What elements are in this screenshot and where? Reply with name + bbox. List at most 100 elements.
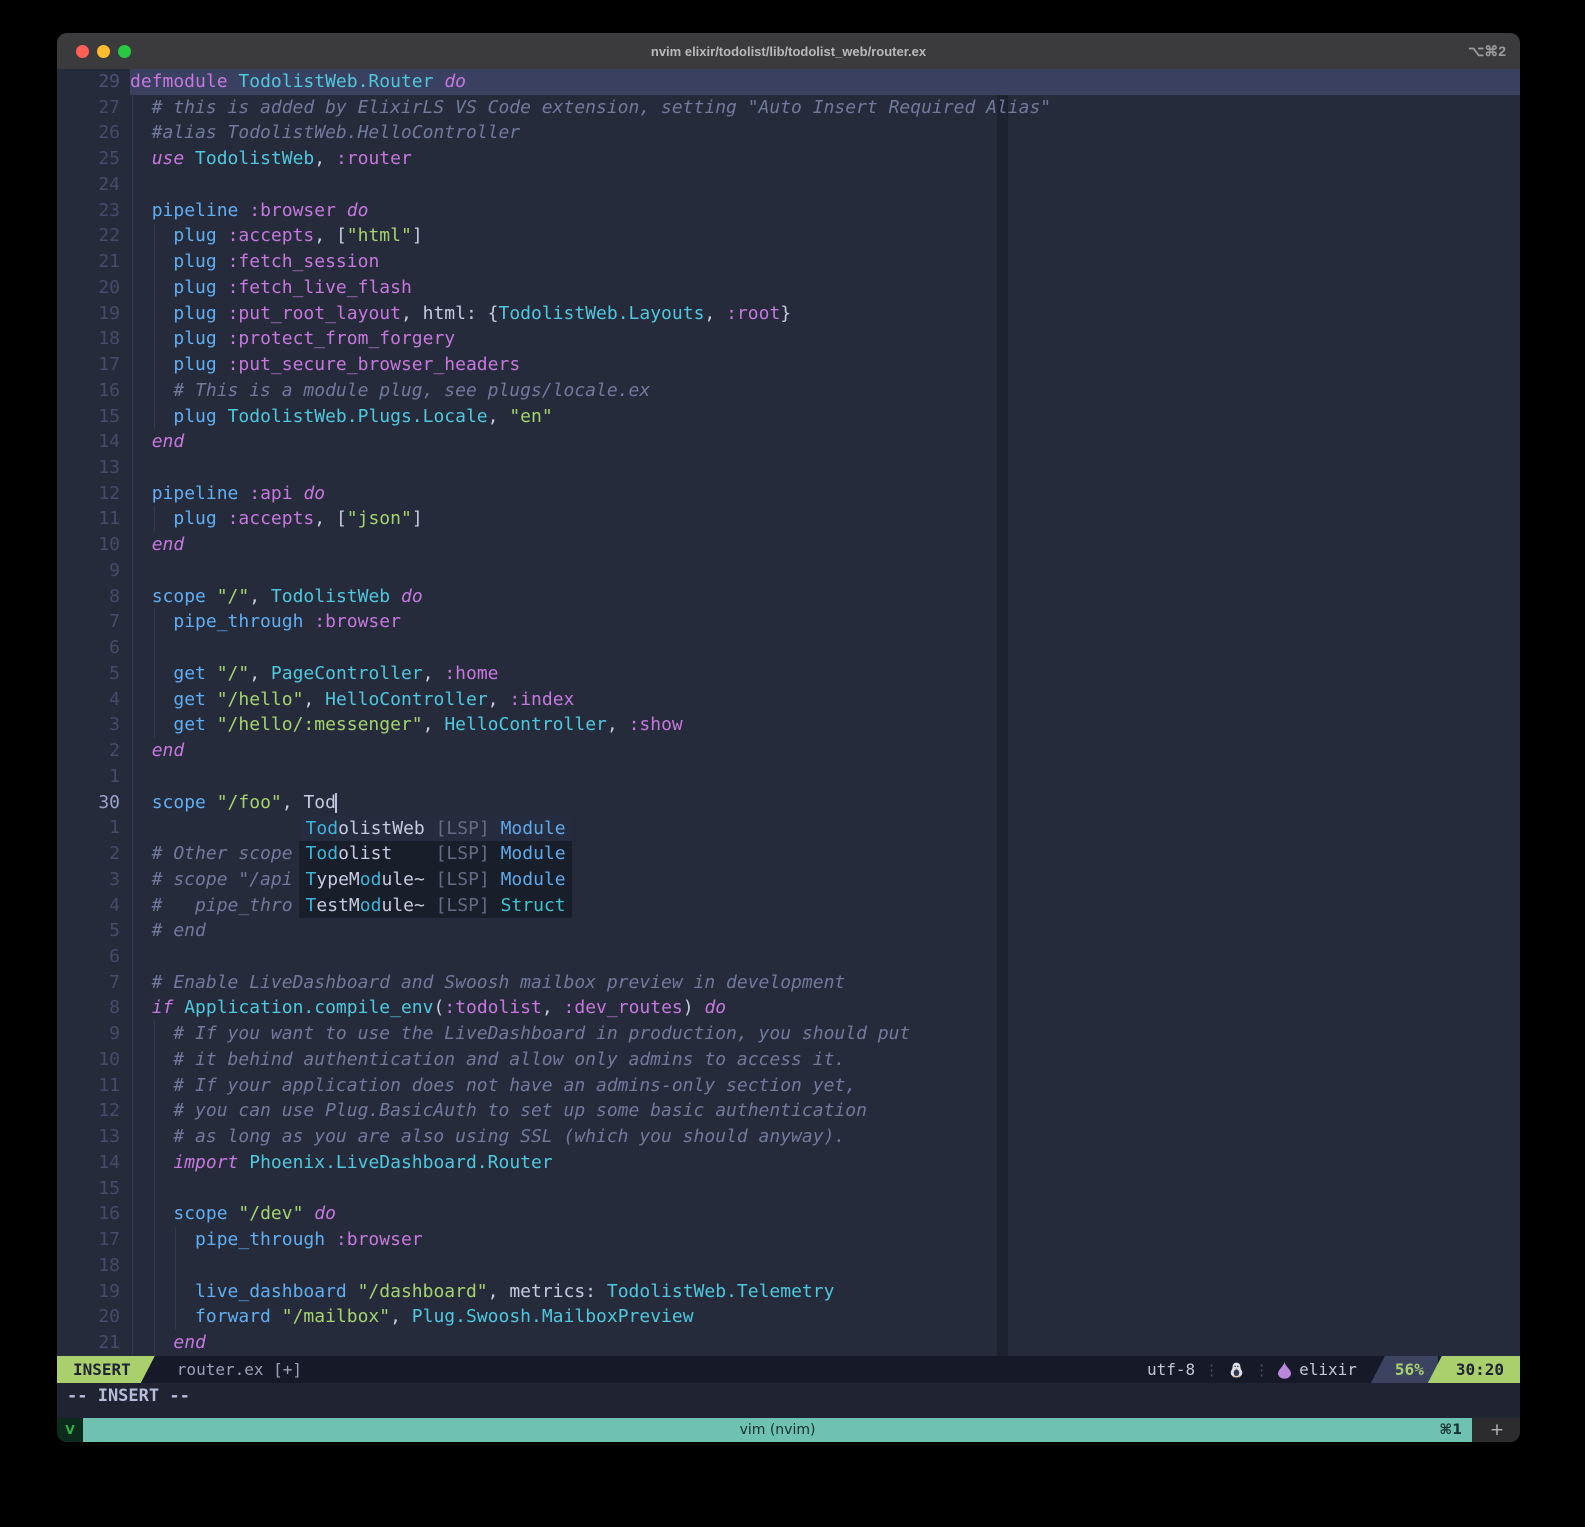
penguin-icon xyxy=(1228,1361,1245,1379)
indent-guide xyxy=(175,1227,176,1253)
code-line[interactable]: 9 # If you want to use the LiveDashboard… xyxy=(57,1021,1520,1047)
line-number: 17 xyxy=(57,1227,130,1253)
code-line[interactable]: 18 xyxy=(57,1253,1520,1279)
completion-popup: TodolistWeb[LSP]ModuleTodolist[LSP]Modul… xyxy=(299,816,572,919)
code-line[interactable]: 24 xyxy=(57,172,1520,198)
indent-guide xyxy=(154,1098,155,1124)
indent-guide xyxy=(132,558,133,584)
code-line[interactable]: 12 # you can use Plug.BasicAuth to set u… xyxy=(57,1098,1520,1124)
context-line[interactable]: 29defmodule TodolistWeb.Router do xyxy=(57,69,1520,95)
code-line[interactable]: 19 plug :put_root_layout, html: {Todolis… xyxy=(57,301,1520,327)
code-line[interactable]: 20 plug :fetch_live_flash xyxy=(57,275,1520,301)
code-line[interactable]: 18 plug :protect_from_forgery xyxy=(57,326,1520,352)
code-line[interactable]: 30 scope "/foo", Tod xyxy=(57,790,1520,816)
code-line[interactable]: 3 # scope "/api xyxy=(57,867,1520,893)
code-line[interactable]: 8 if Application.compile_env(:todolist, … xyxy=(57,995,1520,1021)
zoom-window-button[interactable] xyxy=(118,45,131,58)
code-line[interactable]: 1 xyxy=(57,764,1520,790)
editor-area[interactable]: 29defmodule TodolistWeb.Router do27 # th… xyxy=(57,69,1520,1356)
code-line[interactable]: 5 # end xyxy=(57,918,1520,944)
line-number: 9 xyxy=(57,1021,130,1047)
indent-guide xyxy=(132,1021,133,1047)
code-line[interactable]: 13 xyxy=(57,455,1520,481)
indent-guide xyxy=(154,378,155,404)
line-number: 6 xyxy=(57,635,130,661)
minimize-window-button[interactable] xyxy=(97,45,110,58)
code-line[interactable]: 10 # it behind authentication and allow … xyxy=(57,1047,1520,1073)
window-controls xyxy=(76,33,131,69)
line-number: 26 xyxy=(57,120,130,146)
line-number: 11 xyxy=(57,1073,130,1099)
indent-guide xyxy=(132,1124,133,1150)
indent-guide xyxy=(132,738,133,764)
code-line[interactable]: 6 xyxy=(57,635,1520,661)
close-window-button[interactable] xyxy=(76,45,89,58)
code-line[interactable]: 16 # This is a module plug, see plugs/lo… xyxy=(57,378,1520,404)
code-line[interactable]: 7 # Enable LiveDashboard and Swoosh mail… xyxy=(57,970,1520,996)
tab-vim[interactable]: vim (nvim) ⌘1 xyxy=(83,1418,1472,1442)
line-number: 21 xyxy=(57,249,130,275)
completion-item[interactable]: Todolist[LSP]Module xyxy=(299,841,572,867)
status-line: INSERT router.ex [+] utf-8 ⋮ ⋮ xyxy=(57,1356,1520,1383)
code-line[interactable]: 26 #alias TodolistWeb.HelloController xyxy=(57,120,1520,146)
code-line[interactable]: 2 # Other scope xyxy=(57,841,1520,867)
line-number: 4 xyxy=(57,687,130,713)
line-number: 3 xyxy=(57,712,130,738)
completion-item[interactable]: TodolistWeb[LSP]Module xyxy=(299,816,572,842)
command-line-mode-text: -- INSERT -- xyxy=(57,1383,1520,1418)
indent-guide xyxy=(154,1150,155,1176)
code-line[interactable]: 19 live_dashboard "/dashboard", metrics:… xyxy=(57,1279,1520,1305)
line-number: 18 xyxy=(57,326,130,352)
new-tab-button[interactable]: + xyxy=(1474,1418,1520,1442)
indent-guide xyxy=(132,970,133,996)
file-name: router.ex [+] xyxy=(177,1360,302,1379)
tab-shortcut-hint: ⌘1 xyxy=(1439,1418,1462,1442)
code-line[interactable]: 3 get "/hello/:messenger", HelloControll… xyxy=(57,712,1520,738)
code-line[interactable]: 25 use TodolistWeb, :router xyxy=(57,146,1520,172)
line-number: 2 xyxy=(57,738,130,764)
scroll-percent: 56% xyxy=(1371,1356,1438,1383)
code-line[interactable]: 13 # as long as you are also using SSL (… xyxy=(57,1124,1520,1150)
code-line[interactable]: 12 pipeline :api do xyxy=(57,481,1520,507)
line-number: 20 xyxy=(57,1304,130,1330)
code-line[interactable]: 21 plug :fetch_session xyxy=(57,249,1520,275)
code-line[interactable]: 7 pipe_through :browser xyxy=(57,609,1520,635)
indent-guide xyxy=(175,1304,176,1330)
code-line[interactable]: 11 plug :accepts, ["json"] xyxy=(57,506,1520,532)
code-line[interactable]: 5 get "/", PageController, :home xyxy=(57,661,1520,687)
line-number: 22 xyxy=(57,223,130,249)
code-line[interactable]: 4 # pipe_thro xyxy=(57,893,1520,919)
encoding-label: utf-8 xyxy=(1147,1360,1195,1379)
code-line[interactable]: 17 pipe_through :browser xyxy=(57,1227,1520,1253)
code-line[interactable]: 20 forward "/mailbox", Plug.Swoosh.Mailb… xyxy=(57,1304,1520,1330)
code-line[interactable]: 14 import Phoenix.LiveDashboard.Router xyxy=(57,1150,1520,1176)
code-line[interactable]: 16 scope "/dev" do xyxy=(57,1201,1520,1227)
line-number: 11 xyxy=(57,506,130,532)
code-line[interactable]: 14 end xyxy=(57,429,1520,455)
line-number: 5 xyxy=(57,661,130,687)
completion-item[interactable]: TypeModule~[LSP]Module xyxy=(299,867,572,893)
tab-title: vim (nvim) xyxy=(740,1422,816,1438)
code-line[interactable]: 21 end xyxy=(57,1330,1520,1356)
code-line[interactable]: 8 scope "/", TodolistWeb do xyxy=(57,584,1520,610)
indent-guide xyxy=(132,1227,133,1253)
code-line[interactable]: 1 xyxy=(57,815,1520,841)
code-line[interactable]: 22 plug :accepts, ["html"] xyxy=(57,223,1520,249)
code-line[interactable]: 2 end xyxy=(57,738,1520,764)
code-line[interactable]: 10 end xyxy=(57,532,1520,558)
code-lines: 29defmodule TodolistWeb.Router do27 # th… xyxy=(57,69,1520,1356)
indent-guide xyxy=(132,223,133,249)
code-line[interactable]: 15 xyxy=(57,1176,1520,1202)
code-line[interactable]: 27 # this is added by ElixirLS VS Code e… xyxy=(57,95,1520,121)
line-number: 15 xyxy=(57,404,130,430)
indent-guide xyxy=(132,455,133,481)
code-line[interactable]: 23 pipeline :browser do xyxy=(57,198,1520,224)
code-line[interactable]: 17 plug :put_secure_browser_headers xyxy=(57,352,1520,378)
code-line[interactable]: 9 xyxy=(57,558,1520,584)
code-line[interactable]: 6 xyxy=(57,944,1520,970)
code-line[interactable]: 11 # If your application does not have a… xyxy=(57,1073,1520,1099)
code-line[interactable]: 15 plug TodolistWeb.Plugs.Locale, "en" xyxy=(57,404,1520,430)
completion-item[interactable]: TestModule~[LSP]Struct xyxy=(299,893,572,919)
code-line[interactable]: 4 get "/hello", HelloController, :index xyxy=(57,687,1520,713)
line-number: 2 xyxy=(57,841,130,867)
